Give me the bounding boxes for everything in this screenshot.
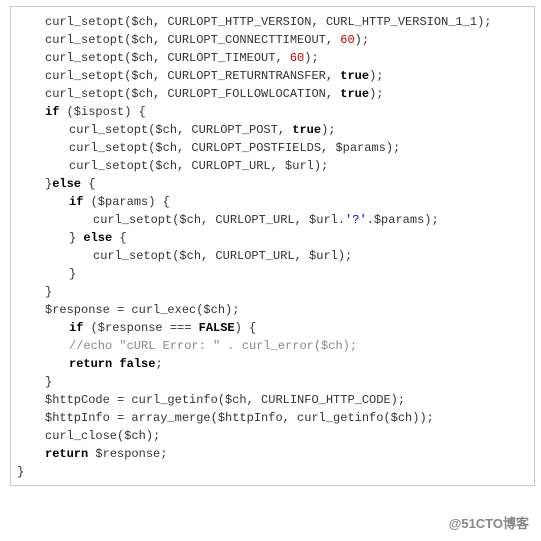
code-line: }: [17, 463, 528, 481]
code-line: curl_setopt($ch, CURLOPT_URL, $url.'?'.$…: [17, 211, 528, 229]
code-line: return $response;: [17, 445, 528, 463]
code-block: curl_setopt($ch, CURLOPT_HTTP_VERSION, C…: [10, 6, 535, 486]
watermark-text: @51CTO博客: [449, 515, 529, 533]
code-line: if ($ispost) {: [17, 103, 528, 121]
code-line: curl_setopt($ch, CURLOPT_RETURNTRANSFER,…: [17, 67, 528, 85]
code-line: }: [17, 283, 528, 301]
code-line: if ($params) {: [17, 193, 528, 211]
code-line: }else {: [17, 175, 528, 193]
code-line: curl_setopt($ch, CURLOPT_HTTP_VERSION, C…: [17, 13, 528, 31]
code-line: curl_setopt($ch, CURLOPT_CONNECTTIMEOUT,…: [17, 31, 528, 49]
code-line: curl_setopt($ch, CURLOPT_TIMEOUT, 60);: [17, 49, 528, 67]
code-line: curl_setopt($ch, CURLOPT_URL, $url);: [17, 247, 528, 265]
code-line: curl_setopt($ch, CURLOPT_URL, $url);: [17, 157, 528, 175]
code-line: curl_setopt($ch, CURLOPT_FOLLOWLOCATION,…: [17, 85, 528, 103]
code-line: }: [17, 265, 528, 283]
code-line: $httpInfo = array_merge($httpInfo, curl_…: [17, 409, 528, 427]
code-line: //echo "cURL Error: " . curl_error($ch);: [17, 337, 528, 355]
code-line: curl_close($ch);: [17, 427, 528, 445]
code-line: return false;: [17, 355, 528, 373]
code-line: curl_setopt($ch, CURLOPT_POST, true);: [17, 121, 528, 139]
code-line: }: [17, 373, 528, 391]
code-line: if ($response === FALSE) {: [17, 319, 528, 337]
code-line: $httpCode = curl_getinfo($ch, CURLINFO_H…: [17, 391, 528, 409]
code-line: $response = curl_exec($ch);: [17, 301, 528, 319]
code-line: } else {: [17, 229, 528, 247]
code-line: curl_setopt($ch, CURLOPT_POSTFIELDS, $pa…: [17, 139, 528, 157]
